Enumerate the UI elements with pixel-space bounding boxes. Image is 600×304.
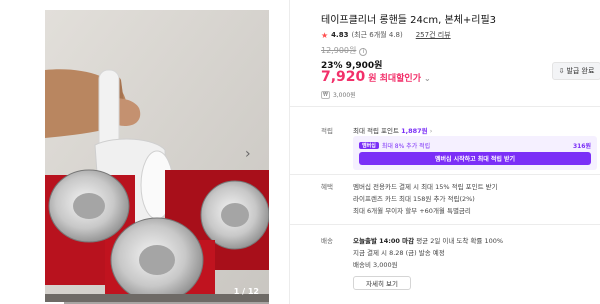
product-photo-illustration bbox=[45, 10, 269, 304]
divider bbox=[290, 224, 600, 225]
shipping-fee: 배송비 3,000원 bbox=[353, 261, 398, 269]
membership-box: 멤버십 최대 8% 추가 적립 316원 멤버십 시작하고 최대 적립 받기 bbox=[353, 136, 597, 170]
shipping-section-label: 배송 bbox=[321, 237, 333, 245]
membership-amount: 316원 bbox=[572, 143, 591, 150]
coupon-button[interactable]: ⇩ 발급 완료 bbox=[552, 62, 600, 80]
benefit-line[interactable]: 라이프렌즈 카드 최대 158원 추가 적립(2%) bbox=[353, 193, 475, 203]
membership-text: 최대 8% 추가 적립 bbox=[381, 143, 431, 150]
max-points-text: 최대 적립 포인트 bbox=[353, 127, 399, 135]
shipping-today-label: 오늘출발 14:00 마감 bbox=[353, 237, 415, 245]
points-line-value: 3,000원 bbox=[332, 92, 356, 99]
coupon-button-label: 발급 완료 bbox=[566, 67, 595, 75]
info-icon[interactable]: i bbox=[359, 48, 368, 56]
chevron-right-icon[interactable]: › bbox=[245, 146, 251, 162]
download-icon: ⇩ bbox=[558, 67, 565, 75]
image-counter: 1 / 12 bbox=[233, 287, 259, 296]
best-price-label: 최대할인가 bbox=[379, 74, 421, 84]
best-price-value: 7,920 bbox=[321, 69, 366, 85]
points-section-label: 적립 bbox=[321, 127, 333, 135]
shipping-detail-button[interactable]: 자세히 보기 bbox=[353, 276, 411, 290]
shipping-dispatch: 지금 결제 시 8.28 (금) 발송 예정 bbox=[353, 249, 445, 257]
membership-start-button[interactable]: 멤버십 시작하고 최대 적립 받기 bbox=[359, 152, 591, 165]
original-price: 12,900원 i bbox=[321, 45, 368, 56]
rating-score: 4.83 bbox=[331, 31, 349, 39]
product-gallery: 1 / 12 › bbox=[0, 0, 269, 304]
chevron-right-icon: › bbox=[429, 127, 433, 135]
benefit-line[interactable]: 최대 6개월 무이자 할부 +60개월 특별금리 bbox=[353, 205, 471, 215]
rating-note: (최근 6개월 4.8) bbox=[351, 31, 403, 39]
divider bbox=[290, 106, 600, 107]
product-title: 테이프클리너 롱핸들 24cm, 본체+리필3 bbox=[321, 15, 497, 26]
points-line: ₩ 3,000원 bbox=[321, 90, 356, 99]
benefits-section-label: 혜택 bbox=[321, 183, 333, 191]
best-price-unit: 원 bbox=[368, 74, 377, 84]
review-count-link[interactable]: 257건 리뷰 bbox=[416, 30, 451, 40]
membership-header: 멤버십 최대 8% 추가 적립 bbox=[359, 141, 430, 150]
divider bbox=[290, 174, 600, 175]
product-info-panel: 테이프클리너 롱핸들 24cm, 본체+리필3 ★ 4.83 (최근 6개월 4… bbox=[289, 0, 600, 304]
benefit-line[interactable]: 멤버십 전용카드 결제 시 최대 15% 적립 포인트 받기 bbox=[353, 181, 498, 191]
rating-row: ★ 4.83 (최근 6개월 4.8) 257건 리뷰 bbox=[321, 30, 451, 40]
star-icon: ★ bbox=[321, 30, 329, 40]
shipping-today-line: 오늘출발 14:00 마감 평균 2일 이내 도착 확률 100% bbox=[353, 235, 503, 245]
best-price-row[interactable]: 7,920 원 최대할인가 ⌄ bbox=[321, 69, 431, 85]
product-photo[interactable]: 1 / 12 bbox=[45, 10, 269, 304]
max-points-link[interactable]: 최대 적립 포인트 1,887원 › bbox=[353, 125, 432, 135]
points-badge-icon: ₩ bbox=[321, 90, 330, 99]
membership-badge: 멤버십 bbox=[359, 142, 379, 149]
chevron-down-icon: ⌄ bbox=[423, 74, 431, 83]
max-points-value: 1,887원 bbox=[401, 127, 428, 135]
shipping-today-note: 평균 2일 이내 도착 확률 100% bbox=[416, 237, 504, 245]
original-price-value: 12,900원 bbox=[321, 46, 357, 55]
